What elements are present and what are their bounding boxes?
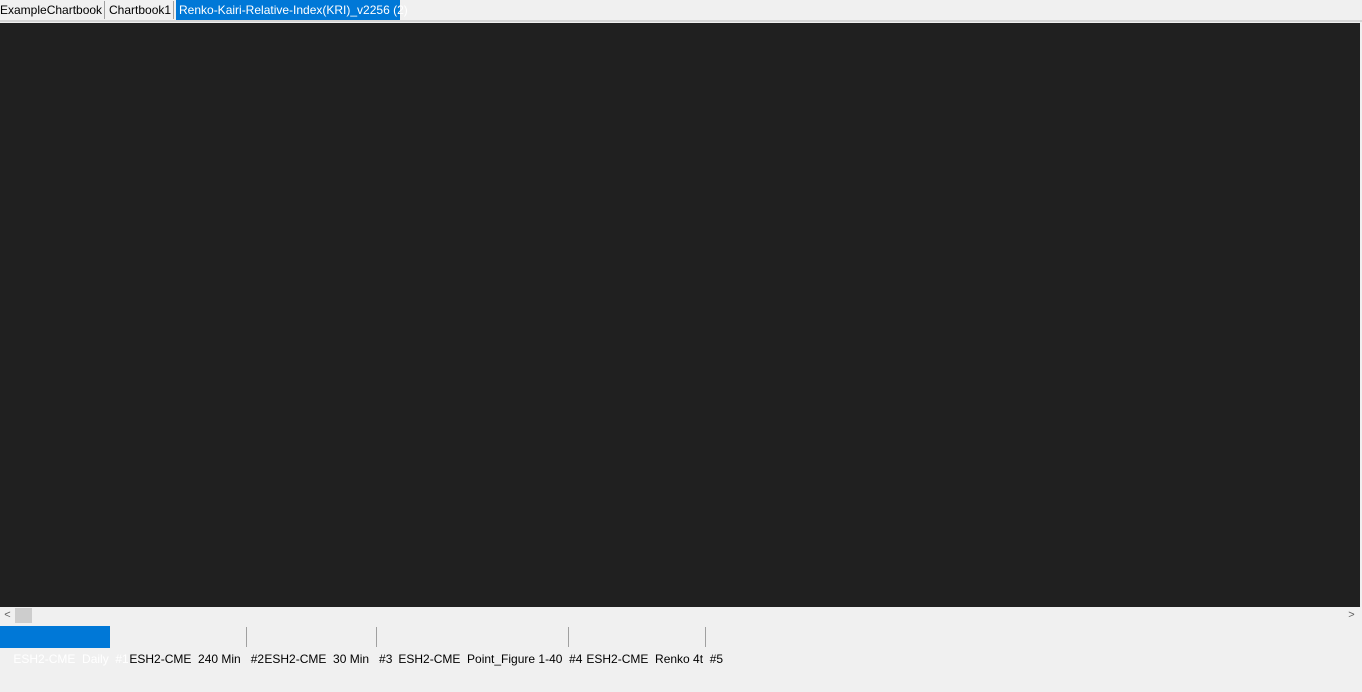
tab-chartbook1[interactable]: Chartbook1	[109, 0, 173, 20]
chart-tab-label: ESH2-CME 240 Min #2	[129, 652, 265, 666]
chart-tab-30min[interactable]: ESH2-CME 30 Min #3	[251, 626, 392, 666]
chart-tab-label: ESH2-CME 30 Min #3	[264, 652, 393, 666]
chart-tab-point-figure[interactable]: ESH2-CME Point_Figure 1-40 #4	[385, 626, 582, 666]
tab-renko-kairi-relative-index[interactable]: Renko-Kairi-Relative-Index(KRI)_v2256 (2…	[176, 0, 408, 20]
chart-tab-240min[interactable]: ESH2-CME 240 Min #2	[116, 626, 264, 666]
horizontal-scrollbar[interactable]: < >	[0, 607, 1362, 624]
chart-tab-label: ESH2-CME Point_Figure 1-40 #4	[398, 652, 583, 666]
chart-tab-separator	[376, 627, 377, 647]
chart-tab-separator	[568, 627, 569, 647]
chart-tab-renko[interactable]: ESH2-CME Renko 4t #5	[573, 626, 723, 666]
chart-canvas[interactable]	[0, 23, 1360, 607]
chart-tab-label: ESH2-CME Daily #1	[13, 652, 129, 666]
scroll-left-arrow-icon[interactable]: <	[0, 607, 15, 624]
chartbook-tab-bar: ExampleChartbook Chartbook1 Renko-Kairi-…	[0, 0, 1362, 22]
chart-tab-separator	[246, 627, 247, 647]
tab-separator	[173, 1, 174, 19]
tab-label: ExampleChartbook	[0, 3, 103, 17]
tab-examplechartbook[interactable]: ExampleChartbook	[0, 0, 103, 20]
tab-separator	[104, 1, 105, 19]
chart-tab-separator	[705, 627, 706, 647]
scroll-right-arrow-icon[interactable]: >	[1344, 607, 1359, 624]
tab-label: Renko-Kairi-Relative-Index(KRI)_v2256 (2…	[179, 3, 408, 17]
chart-tab-daily[interactable]: ESH2-CME Daily #1	[0, 626, 129, 666]
tab-label: Chartbook1	[109, 3, 172, 17]
chart-tab-label: ESH2-CME Renko 4t #5	[586, 652, 724, 666]
scrollbar-thumb[interactable]	[15, 608, 32, 623]
chart-tab-bar: ESH2-CME Daily #1 ESH2-CME 240 Min #2 ES…	[0, 626, 1362, 666]
